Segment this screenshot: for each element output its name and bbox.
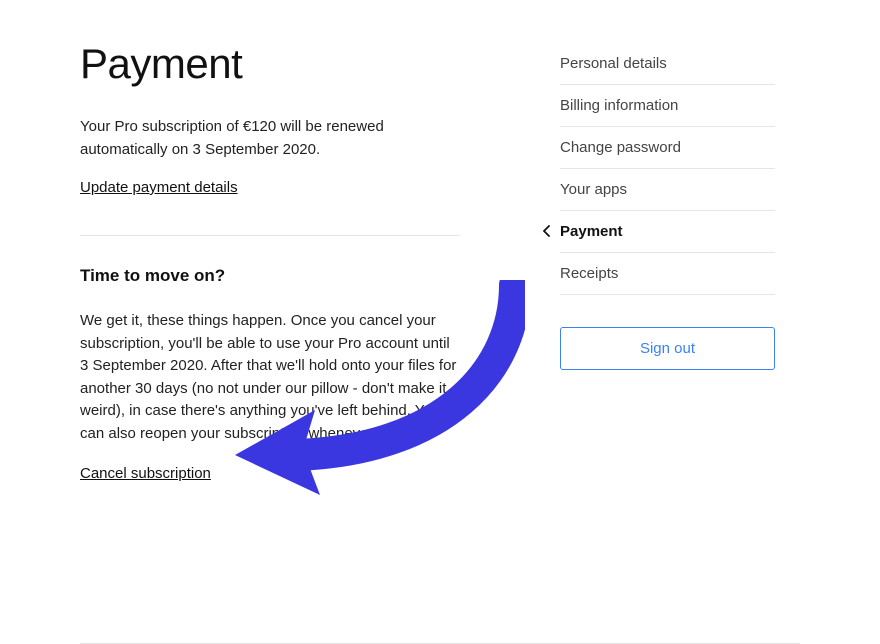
sidebar-item-label: Receipts (560, 265, 618, 282)
main-content: Payment Your Pro subscription of €120 wi… (80, 40, 460, 483)
sidebar-item-label: Your apps (560, 181, 627, 198)
settings-sidebar: Personal details Billing information Cha… (560, 40, 775, 483)
section-divider (80, 235, 460, 236)
renewal-description: Your Pro subscription of €120 will be re… (80, 116, 460, 161)
sign-out-button[interactable]: Sign out (560, 327, 775, 370)
cancel-subscription-link[interactable]: Cancel subscription (80, 465, 211, 482)
sidebar-item-payment[interactable]: Payment (560, 211, 775, 253)
sidebar-item-receipts[interactable]: Receipts (560, 253, 775, 295)
sidebar-item-personal-details[interactable]: Personal details (560, 55, 775, 85)
chevron-left-icon (542, 224, 551, 240)
sidebar-item-label: Personal details (560, 55, 667, 72)
update-payment-link[interactable]: Update payment details (80, 179, 238, 196)
sidebar-item-label: Change password (560, 139, 681, 156)
sidebar-item-billing-information[interactable]: Billing information (560, 85, 775, 127)
cancel-heading: Time to move on? (80, 266, 460, 286)
cancel-body: We get it, these things happen. Once you… (80, 310, 460, 445)
sidebar-item-your-apps[interactable]: Your apps (560, 169, 775, 211)
sidebar-item-label: Billing information (560, 97, 678, 114)
sidebar-item-change-password[interactable]: Change password (560, 127, 775, 169)
sidebar-item-label: Payment (560, 223, 623, 240)
page-title: Payment (80, 40, 460, 88)
